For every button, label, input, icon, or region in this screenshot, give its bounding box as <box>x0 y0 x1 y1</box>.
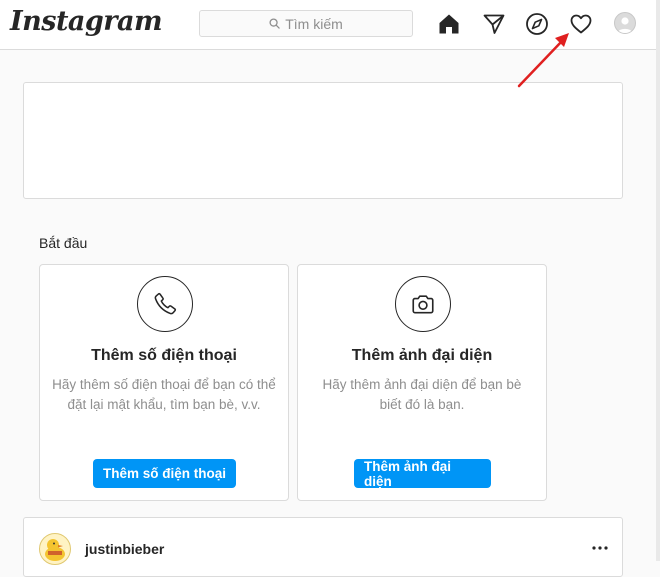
add-phone-title: Thêm số điện thoại <box>91 347 237 364</box>
search-input[interactable]: Tìm kiếm <box>199 10 413 37</box>
post-author-avatar[interactable] <box>39 533 71 565</box>
getting-started-heading: Bắt đầu <box>39 235 88 251</box>
activity-heart-icon[interactable] <box>569 12 593 36</box>
search-icon <box>269 18 280 29</box>
add-phone-button[interactable]: Thêm số điện thoại <box>93 459 236 488</box>
profile-avatar[interactable] <box>614 12 636 34</box>
add-profile-photo-card: Thêm ảnh đại diện Hãy thêm ảnh đại diện … <box>297 264 547 501</box>
more-options-icon[interactable] <box>590 540 610 556</box>
stories-panel <box>23 82 623 199</box>
home-icon[interactable] <box>437 12 461 36</box>
add-profile-photo-button[interactable]: Thêm ảnh đại diện <box>354 459 491 489</box>
search-placeholder: Tìm kiếm <box>285 15 343 32</box>
feed-post: justinbieber <box>23 517 623 577</box>
add-profile-photo-title: Thêm ảnh đại diện <box>351 347 493 364</box>
page-scrollbar[interactable] <box>656 0 660 561</box>
add-phone-card: Thêm số điện thoại Hãy thêm số điện thoạ… <box>39 264 289 501</box>
phone-icon <box>137 276 193 332</box>
direct-send-icon[interactable] <box>482 12 506 36</box>
add-phone-description: Hãy thêm số điện thoại để bạn có thể đặt… <box>52 377 276 412</box>
post-username[interactable]: justinbieber <box>85 541 164 557</box>
explore-compass-icon[interactable] <box>525 12 549 36</box>
camera-icon <box>395 276 451 332</box>
instagram-logo[interactable]: Instagram <box>10 6 163 37</box>
add-profile-photo-description: Hãy thêm ảnh đại diện để bạn bè biết đó … <box>322 377 522 412</box>
top-navigation-bar: Instagram Tìm kiếm <box>0 0 660 50</box>
